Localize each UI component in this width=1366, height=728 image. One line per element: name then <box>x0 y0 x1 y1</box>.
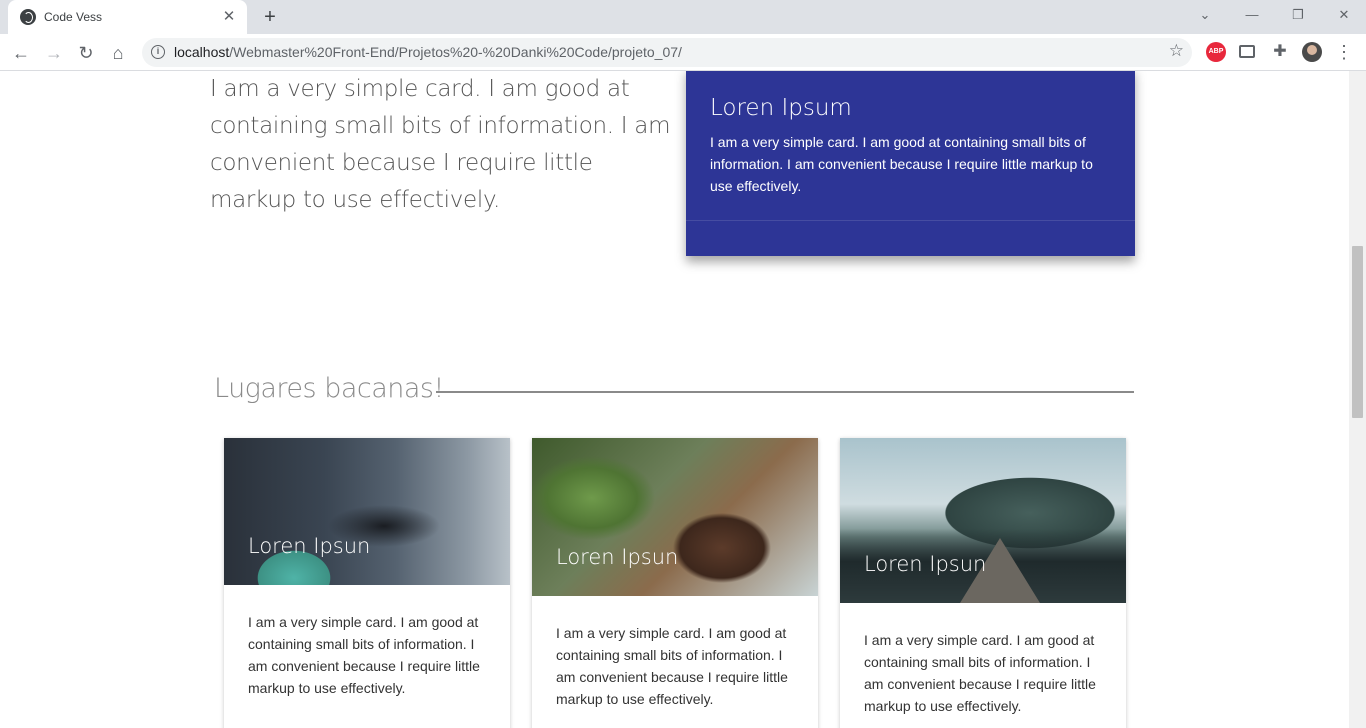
back-icon[interactable]: ← <box>8 40 34 66</box>
extensions-icon[interactable]: ✚ <box>1270 42 1290 62</box>
globe-icon <box>20 9 36 25</box>
scrollbar-thumb[interactable] <box>1352 246 1363 418</box>
browser-toolbar: ← → ↻ ⌂ i localhost/Webmaster%20Front-En… <box>0 34 1366 71</box>
tab-title: Code Vess <box>44 10 103 24</box>
adblock-icon[interactable]: ABP <box>1206 42 1226 62</box>
card-text: I am a very simple card. I am good at co… <box>248 614 480 696</box>
featured-card: Loren Ipsum I am a very simple card. I a… <box>686 71 1135 256</box>
card-text: I am a very simple card. I am good at co… <box>556 625 788 707</box>
capture-icon[interactable] <box>1239 45 1255 58</box>
profile-avatar[interactable] <box>1302 42 1322 62</box>
address-bar[interactable]: i localhost/Webmaster%20Front-End/Projet… <box>142 38 1192 67</box>
card-title: Loren Ipsun <box>864 552 987 576</box>
featured-card-text: I am a very simple card. I am good at co… <box>710 134 1093 194</box>
place-card: Loren Ipsun I am a very simple card. I a… <box>532 438 818 728</box>
bookmark-star-icon[interactable]: ☆ <box>1169 41 1184 61</box>
section-title: Lugares bacanas! <box>214 373 444 404</box>
place-card: Loren Ipsun I am a very simple card. I a… <box>224 438 510 728</box>
restore-button[interactable]: ❐ <box>1283 4 1313 26</box>
minimize-button[interactable]: — <box>1237 4 1267 26</box>
browser-tab[interactable]: Code Vess ✕ <box>8 0 247 34</box>
new-tab-button[interactable]: + <box>258 6 282 28</box>
section-divider <box>436 391 1134 393</box>
close-tab-icon[interactable]: ✕ <box>221 9 237 25</box>
railway-image: Loren Ipsun <box>840 438 1126 603</box>
card-divider <box>686 220 1135 221</box>
close-window-button[interactable]: ✕ <box>1329 4 1359 26</box>
card-text: I am a very simple card. I am good at co… <box>864 632 1096 714</box>
car-interior-image: Loren Ipsun <box>532 438 818 596</box>
reload-icon[interactable]: ↻ <box>73 40 99 66</box>
card-title: Loren Ipsun <box>248 534 371 558</box>
url-text[interactable]: localhost/Webmaster%20Front-End/Projetos… <box>174 44 682 60</box>
place-card: Loren Ipsun I am a very simple card. I a… <box>840 438 1126 728</box>
forward-icon[interactable]: → <box>41 40 67 66</box>
page-viewport: I am a very simple card. I am good at co… <box>0 71 1349 728</box>
card-title: Loren Ipsun <box>556 545 679 569</box>
scooter-image: Loren Ipsun <box>224 438 510 585</box>
menu-icon[interactable]: ⋮ <box>1334 42 1354 62</box>
info-icon[interactable]: i <box>151 45 165 59</box>
tab-strip: Code Vess ✕ + ⌄ — ❐ ✕ <box>0 0 1366 34</box>
scrollbar[interactable] <box>1349 71 1366 728</box>
intro-text: I am a very simple card. I am good at co… <box>210 76 671 213</box>
home-icon[interactable]: ⌂ <box>105 40 131 66</box>
featured-card-title: Loren Ipsum <box>710 95 852 121</box>
tab-search-icon[interactable]: ⌄ <box>1190 4 1220 26</box>
